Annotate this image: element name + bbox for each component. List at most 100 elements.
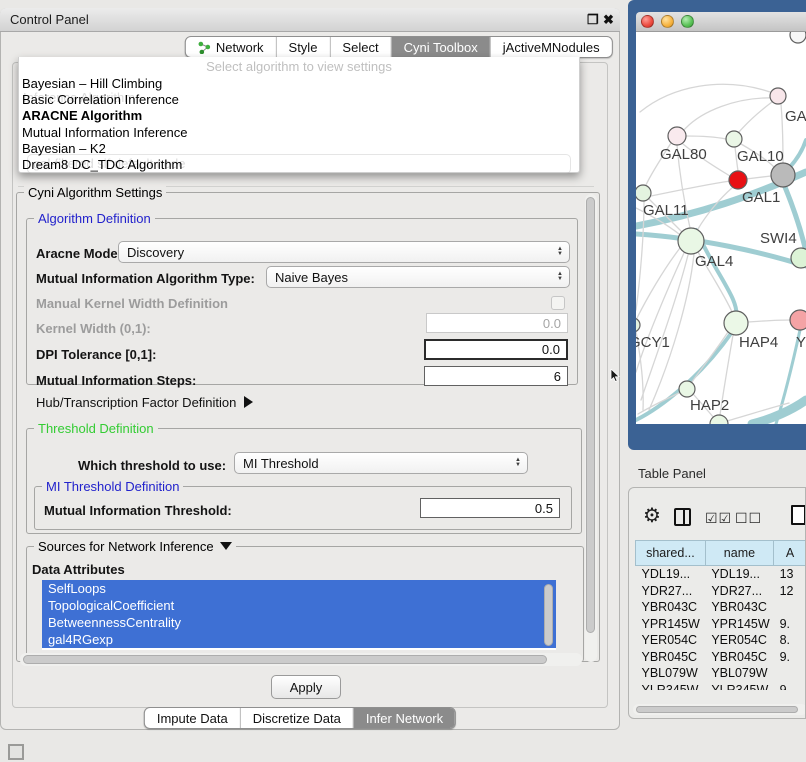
tab-style[interactable]: Style bbox=[276, 37, 330, 57]
which-threshold-value: MI Threshold bbox=[243, 456, 319, 471]
tab-select[interactable]: Select bbox=[329, 37, 390, 57]
mi-threshold-field[interactable]: 0.5 bbox=[420, 498, 560, 518]
table-row[interactable]: YBL079WYBL079W bbox=[636, 665, 806, 682]
network-node-gcy1[interactable] bbox=[636, 318, 640, 332]
network-edge bbox=[638, 393, 679, 414]
spinner-arrows-icon: ▲▼ bbox=[557, 267, 563, 287]
column-header[interactable]: name bbox=[705, 541, 773, 566]
network-node-y[interactable] bbox=[790, 310, 806, 330]
tab-jactivemnodules[interactable]: jActiveMNodules bbox=[490, 37, 612, 57]
table-row[interactable]: YDL19...YDL19...13 bbox=[636, 566, 806, 583]
tab-network[interactable]: Network bbox=[186, 37, 276, 57]
table-cell: YER054C bbox=[636, 632, 706, 649]
aracne-mode-value: Discovery bbox=[127, 245, 184, 260]
table-hscrollbar-thumb[interactable] bbox=[636, 706, 798, 713]
control-panel-titlebar[interactable] bbox=[0, 8, 620, 32]
table-cell bbox=[774, 665, 806, 682]
node-label: GAL11 bbox=[643, 202, 689, 219]
network-node-swi4[interactable] bbox=[791, 248, 806, 268]
network-view-window: GALGAL80GAL10GAL1GAL11GAL4SWI4GCY1HAP4YH… bbox=[628, 0, 806, 450]
column-header[interactable]: shared... bbox=[636, 541, 706, 566]
network-node-gal80[interactable] bbox=[668, 127, 686, 145]
network-node[interactable] bbox=[771, 163, 795, 187]
table-cell: 9. bbox=[774, 649, 806, 666]
column-header[interactable]: A bbox=[774, 541, 806, 566]
settings-hscrollbar-thumb[interactable] bbox=[23, 655, 547, 664]
network-edge bbox=[790, 140, 806, 167]
network-window-titlebar[interactable] bbox=[636, 12, 806, 32]
tab-label: Infer Network bbox=[366, 711, 443, 726]
table-row[interactable]: YER054CYER054C8. bbox=[636, 632, 806, 649]
attributes-scrollbar[interactable] bbox=[544, 584, 553, 646]
tab-label: Style bbox=[289, 40, 318, 55]
manual-kernel-width-label: Manual Kernel Width Definition bbox=[36, 296, 228, 311]
network-edge bbox=[739, 102, 772, 132]
data-attribute-item[interactable]: SelfLoops bbox=[42, 580, 556, 597]
mi-steps-field[interactable]: 6 bbox=[424, 366, 568, 386]
network-node-gal[interactable] bbox=[770, 88, 786, 104]
close-icon[interactable]: ✖ bbox=[603, 12, 614, 28]
network-node-gal11[interactable] bbox=[636, 185, 651, 201]
popup-item-list: Bayesian – Hill ClimbingBasic Correlatio… bbox=[19, 76, 579, 173]
table-row[interactable]: YBR045CYBR045C9. bbox=[636, 649, 806, 666]
node-table-clip: shared...nameAYDL19...YDL19...13YDR27...… bbox=[635, 540, 806, 690]
split-view-icon[interactable] bbox=[674, 508, 691, 526]
unchecked-columns-icon[interactable]: ☐☐ bbox=[735, 510, 762, 527]
network-canvas[interactable]: GALGAL80GAL10GAL1GAL11GAL4SWI4GCY1HAP4YH… bbox=[636, 32, 806, 424]
network-edge bbox=[637, 248, 680, 318]
close-traffic-light[interactable] bbox=[641, 15, 654, 28]
aracne-mode-select[interactable]: Discovery ▲▼ bbox=[118, 241, 570, 263]
dpi-tolerance-label: DPI Tolerance [0,1]: bbox=[36, 347, 156, 362]
data-attribute-item[interactable]: TopologicalCoefficient bbox=[42, 597, 556, 614]
mi-threshold-label: Mutual Information Threshold: bbox=[44, 503, 232, 518]
collapse-arrow-icon bbox=[220, 542, 232, 550]
document-icon[interactable] bbox=[791, 505, 806, 525]
minimize-traffic-light[interactable] bbox=[661, 15, 674, 28]
node-label: GAL80 bbox=[660, 146, 707, 163]
node-table[interactable]: shared...nameAYDL19...YDL19...13YDR27...… bbox=[635, 540, 806, 690]
table-cell: YBR045C bbox=[636, 649, 706, 666]
node-label: Y bbox=[796, 334, 806, 351]
bottom-tab-infer-network[interactable]: Infer Network bbox=[353, 708, 455, 728]
table-panel: ⚙ ☑☑ ☐☐ shared...nameAYDL19...YDL19...13… bbox=[628, 487, 806, 719]
zoom-traffic-light[interactable] bbox=[681, 15, 694, 28]
algorithm-option[interactable]: ARACNE Algorithm bbox=[19, 108, 579, 124]
hub-definition-toggle[interactable]: Hub/Transcription Factor Definition bbox=[36, 395, 253, 410]
network-node-gal1[interactable] bbox=[729, 171, 747, 189]
apply-button[interactable]: Apply bbox=[271, 675, 341, 699]
table-row[interactable]: YBR043CYBR043C bbox=[636, 599, 806, 616]
algorithm-option[interactable]: Dream8 DC_TDC Algorithm bbox=[19, 157, 579, 173]
bottom-tab-impute-data[interactable]: Impute Data bbox=[145, 708, 240, 728]
algorithm-option[interactable]: Basic Correlation Inference bbox=[19, 92, 579, 108]
data-attributes-list[interactable]: SelfLoopsTopologicalCoefficientBetweenne… bbox=[42, 580, 556, 650]
algorithm-option[interactable]: Bayesian – Hill Climbing bbox=[19, 76, 579, 92]
dpi-tolerance-field[interactable]: 0.0 bbox=[424, 339, 568, 360]
manual-kernel-width-checkbox[interactable] bbox=[551, 296, 565, 310]
data-attribute-item[interactable]: gal4RGexp bbox=[42, 631, 556, 648]
bottom-tab-discretize-data[interactable]: Discretize Data bbox=[240, 708, 353, 728]
gear-icon[interactable]: ⚙ bbox=[643, 506, 661, 526]
mi-steps-label: Mutual Information Steps: bbox=[36, 373, 196, 388]
algorithm-option[interactable]: Mutual Information Inference bbox=[19, 125, 579, 141]
table-cell: 13 bbox=[774, 566, 806, 583]
which-threshold-select[interactable]: MI Threshold ▲▼ bbox=[234, 452, 528, 474]
algorithm-option[interactable]: Bayesian – K2 bbox=[19, 141, 579, 157]
settings-scrollbar-thumb[interactable] bbox=[586, 197, 595, 633]
data-attribute-item[interactable]: BetweennessCentrality bbox=[42, 614, 556, 631]
table-cell: 12 bbox=[774, 583, 806, 600]
table-row[interactable]: YLR345WYLR345W9. bbox=[636, 682, 806, 691]
kernel-width-field[interactable]: 0.0 bbox=[426, 313, 568, 333]
table-row[interactable]: YDR27...YDR27...12 bbox=[636, 583, 806, 600]
screen: Control Panel ❐ ✖ NetworkStyleSelectCyni… bbox=[0, 0, 806, 762]
network-node[interactable] bbox=[790, 32, 806, 43]
float-window-icon[interactable]: ❐ bbox=[587, 12, 599, 28]
sources-toggle[interactable]: Sources for Network Inference bbox=[34, 539, 236, 554]
table-row[interactable]: YPR145WYPR145W9. bbox=[636, 616, 806, 633]
network-node-gal10[interactable] bbox=[726, 131, 742, 147]
mi-algorithm-type-select[interactable]: Naive Bayes ▲▼ bbox=[266, 266, 570, 288]
network-node-hap4[interactable] bbox=[724, 311, 748, 335]
network-node-hap2[interactable] bbox=[679, 381, 695, 397]
tab-cyni-toolbox[interactable]: Cyni Toolbox bbox=[391, 37, 490, 57]
checked-columns-icon[interactable]: ☑☑ bbox=[705, 510, 732, 527]
network-node-gal4[interactable] bbox=[678, 228, 704, 254]
